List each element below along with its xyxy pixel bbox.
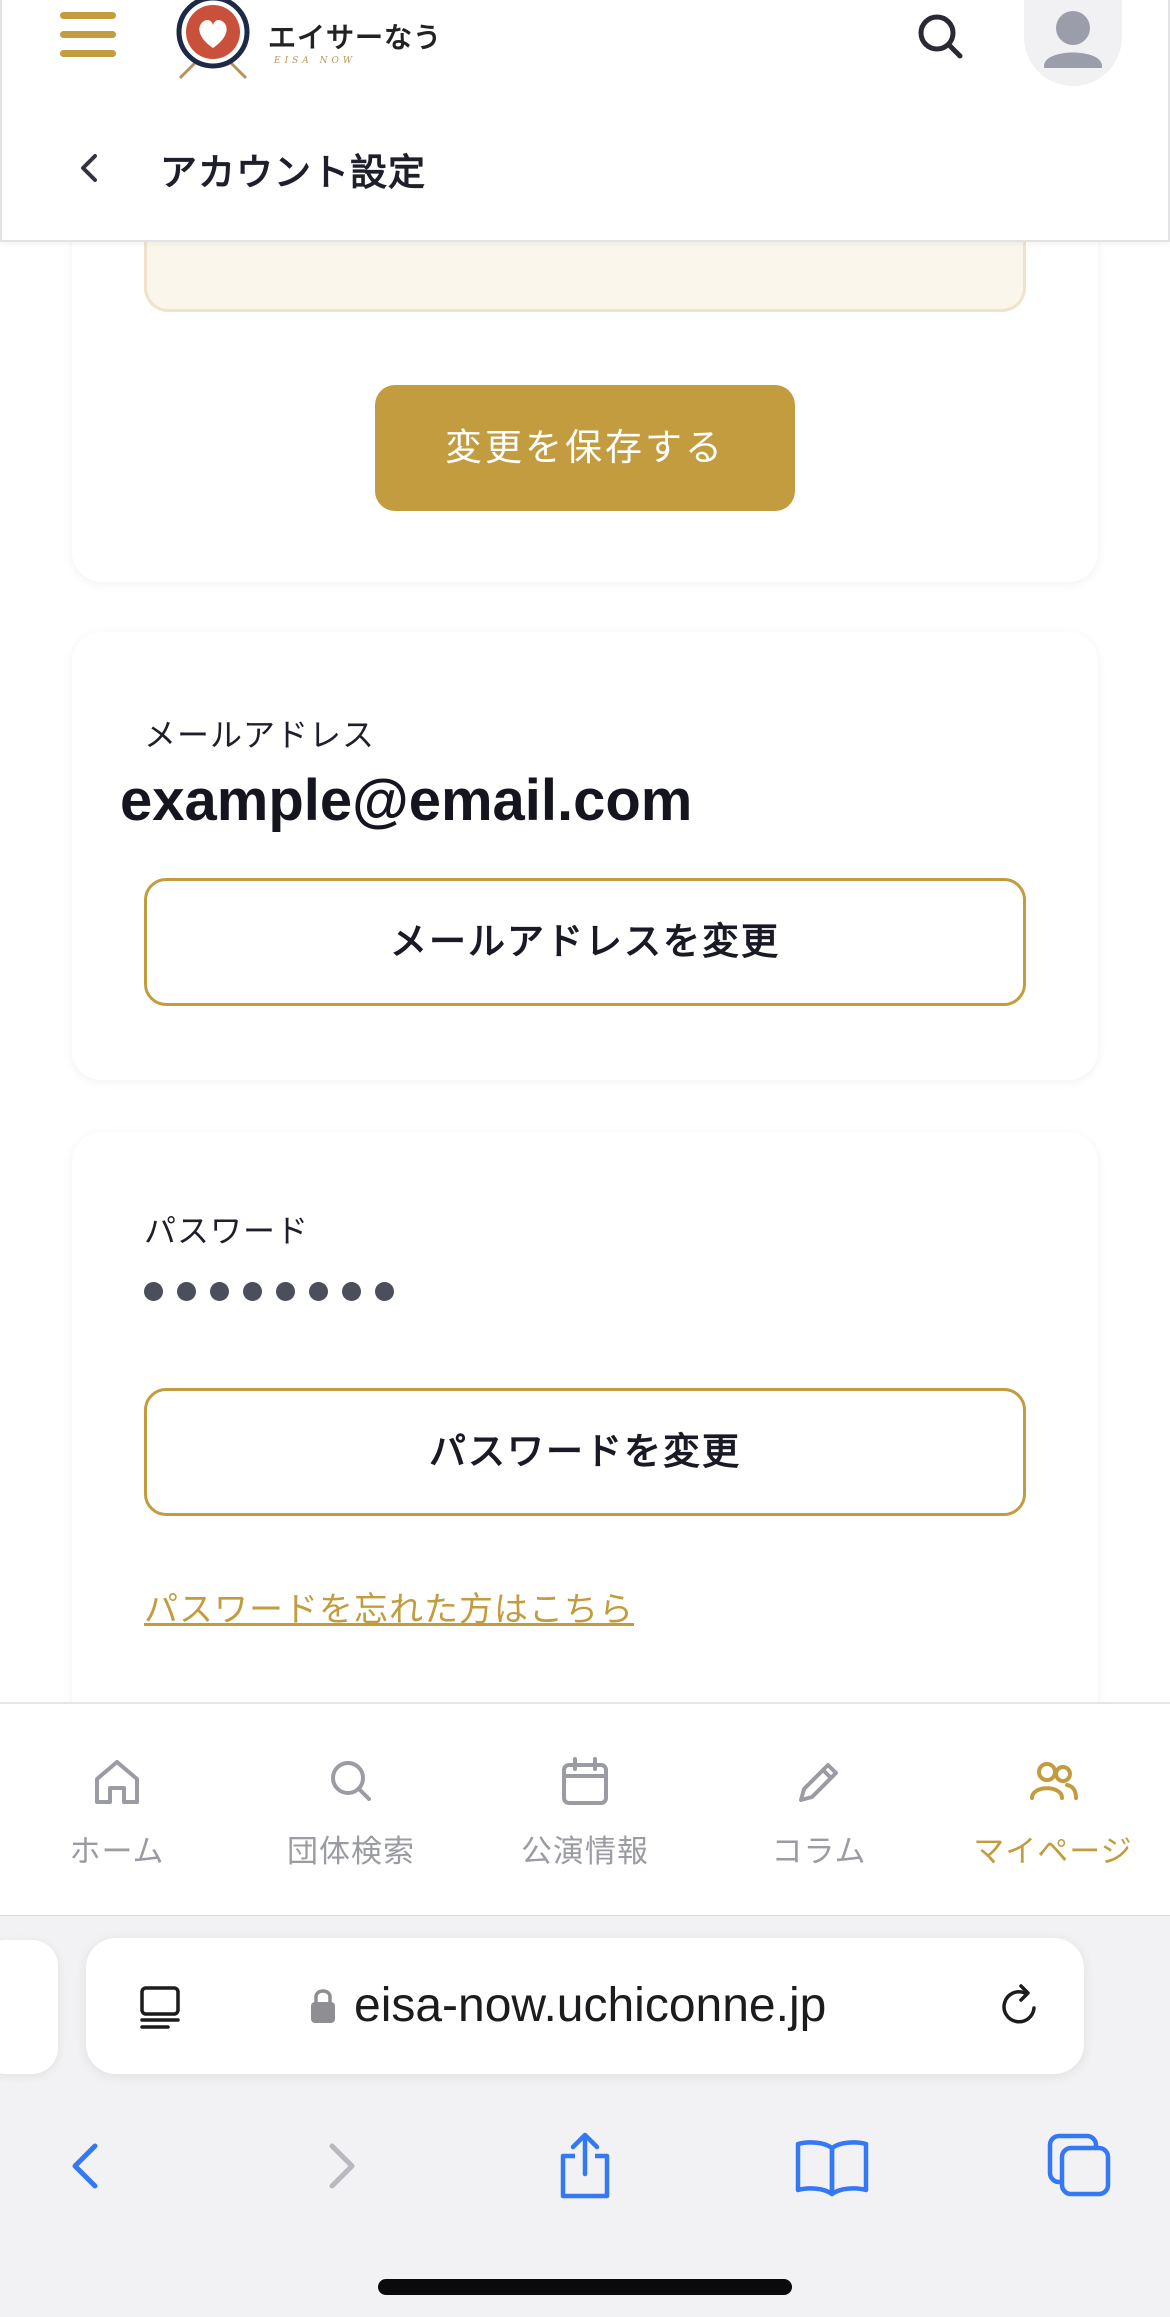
password-dot [309, 1282, 328, 1301]
user-icon [1044, 11, 1102, 68]
password-dot [276, 1282, 295, 1301]
previous-tab-preview[interactable] [0, 1940, 58, 2074]
search-icon[interactable] [912, 8, 968, 64]
password-dot [144, 1282, 163, 1301]
email-label: メールアドレス [144, 716, 376, 754]
bookmarks-icon[interactable] [792, 2126, 872, 2206]
browser-toolbar: eisa-now.uchiconne.jp [0, 1915, 1170, 2317]
browser-nav-tools [0, 2106, 1170, 2226]
bottom-tab-bar: ホーム 団体検索 公演情報 コラム マイページ [0, 1702, 1170, 1915]
tab-home[interactable]: ホーム [0, 1704, 234, 1915]
logo-heart-icon [172, 0, 254, 82]
tab-label: 公演情報 [521, 1834, 649, 1870]
search-icon [331, 1761, 371, 1801]
page-title: アカウント設定 [160, 151, 426, 194]
tab-group-search[interactable]: 団体検索 [234, 1704, 468, 1915]
home-icon [95, 1760, 139, 1804]
password-dot [177, 1282, 196, 1301]
tab-mypage[interactable]: マイページ [936, 1704, 1170, 1915]
users-icon [1030, 1762, 1078, 1800]
tab-performance-info[interactable]: 公演情報 [468, 1704, 702, 1915]
tab-label: マイページ [973, 1834, 1133, 1870]
password-dot [375, 1282, 394, 1301]
site-logo[interactable]: エイサーなう EISA NOW [172, 0, 442, 82]
tab-label: 団体検索 [287, 1834, 415, 1870]
change-email-button[interactable]: メールアドレスを変更 [144, 878, 1026, 1006]
email-card: メールアドレス example@email.com メールアドレスを変更 [72, 632, 1098, 1080]
home-indicator[interactable] [378, 2279, 792, 2295]
address-bar[interactable]: eisa-now.uchiconne.jp [86, 1938, 1084, 2074]
url-text: eisa-now.uchiconne.jp [354, 1979, 827, 2032]
password-label: パスワード [144, 1212, 310, 1250]
browser-back-icon[interactable] [47, 2126, 127, 2206]
back-chevron-icon[interactable] [70, 148, 110, 188]
reader-mode-icon[interactable] [134, 1980, 186, 2032]
password-dot [342, 1282, 361, 1301]
save-changes-button[interactable]: 変更を保存する [375, 385, 795, 511]
pencil-icon [799, 1763, 838, 1802]
browser-forward-icon[interactable] [300, 2126, 380, 2206]
password-dot [210, 1282, 229, 1301]
app-header: エイサーなう EISA NOW アカウント設定 [0, 0, 1170, 242]
lock-icon [311, 1989, 335, 2023]
tab-column[interactable]: コラム [702, 1704, 936, 1915]
tabs-icon[interactable] [1040, 2126, 1120, 2206]
password-dot [243, 1282, 262, 1301]
forgot-password-link[interactable]: パスワードを忘れた方はこちら [144, 1582, 634, 1631]
tab-label: コラム [771, 1834, 867, 1870]
share-icon[interactable] [545, 2126, 625, 2206]
logo-subtext: EISA NOW [274, 56, 357, 66]
logo-text: エイサーなう [268, 21, 443, 54]
avatar[interactable] [1024, 0, 1122, 86]
tab-label: ホーム [69, 1834, 165, 1870]
password-masked-value [144, 1282, 394, 1301]
reload-icon[interactable] [994, 1980, 1046, 2032]
calendar-icon [562, 1757, 608, 1805]
page-content: 変更を保存する メールアドレス example@email.com メールアドレ… [0, 0, 1170, 1915]
email-value: example@email.com [120, 768, 693, 833]
change-password-button[interactable]: パスワードを変更 [144, 1388, 1026, 1516]
menu-icon[interactable] [60, 12, 116, 58]
